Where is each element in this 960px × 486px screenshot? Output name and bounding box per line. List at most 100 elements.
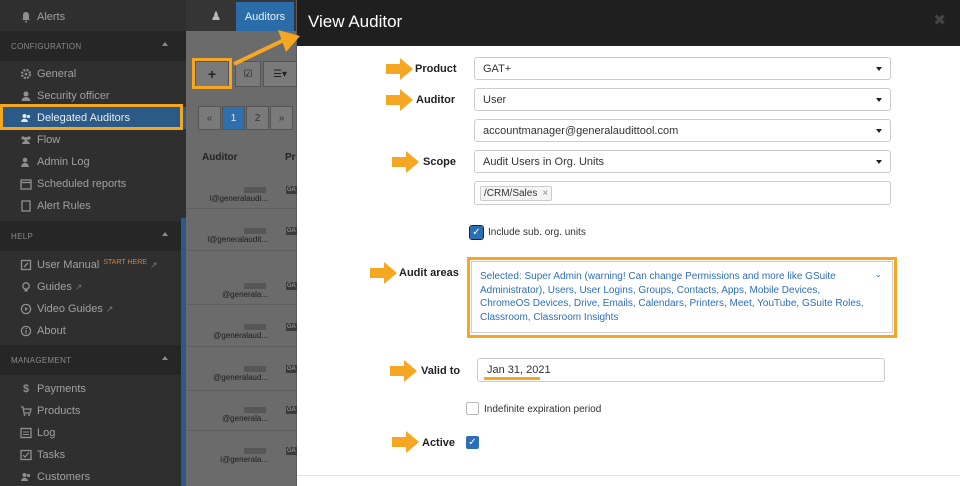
user-plus-icon: ♟ [210, 9, 222, 23]
pagination-next[interactable]: » [270, 106, 293, 130]
cart-icon [20, 405, 32, 417]
caret-up-icon [162, 356, 168, 360]
column-header-auditor[interactable]: Auditor [202, 152, 238, 163]
sidebar-item-customers[interactable]: Customers [0, 466, 186, 486]
auditor-type-value: User [483, 93, 507, 106]
page-label: 2 [254, 112, 261, 124]
close-icon[interactable]: ✖ [933, 11, 946, 29]
table-row[interactable]: i@generala... [202, 446, 282, 464]
tag-label: /CRM/Sales [484, 188, 538, 199]
section-title: MANAGEMENT [11, 355, 72, 365]
group-icon [20, 134, 32, 146]
sidebar-item-user-manual[interactable]: User Manual START HERE ↗ [0, 254, 186, 276]
redacted [244, 447, 266, 454]
column-header-product[interactable]: Pr [285, 152, 296, 163]
sidebar-item-label: Admin Log [37, 156, 90, 168]
table-row[interactable]: l@generalaudit... [202, 226, 282, 244]
sidebar-item-label: Video Guides [37, 303, 103, 315]
redacted [244, 365, 266, 372]
sidebar-item-alerts[interactable]: Alerts [0, 6, 186, 28]
pagination-prev[interactable]: « [198, 106, 221, 130]
sidebar-item-label: Alert Rules [37, 200, 91, 212]
user-tab[interactable]: ♟ [200, 3, 232, 29]
sidebar-item-label: Flow [37, 134, 61, 146]
sidebar-item-label: Customers [37, 471, 91, 483]
indefinite-expiration-checkbox[interactable] [466, 402, 479, 415]
highlight-add-button [192, 58, 232, 89]
list-icon: ☰▾ [273, 68, 287, 80]
external-link-icon: ↗ [74, 281, 83, 292]
lightbulb-icon [20, 281, 32, 293]
arrow-icon [233, 30, 300, 66]
product-value: GAT+ [483, 62, 512, 75]
user-log-icon [20, 156, 32, 168]
section-configuration[interactable]: CONFIGURATION [0, 31, 186, 61]
arrow-icon [386, 89, 413, 111]
row-email: i@generala... [220, 455, 268, 464]
redacted [244, 186, 266, 193]
row-email: @generala... [222, 290, 268, 299]
sidebar-item-label: Scheduled reports [37, 178, 127, 190]
arrow-icon [386, 58, 413, 80]
org-units-input[interactable]: /CRM/Sales × [474, 181, 891, 205]
date-underline-highlight [484, 377, 540, 380]
auditor-type-select[interactable]: User [474, 88, 891, 111]
audit-areas-label: Audit areas [399, 267, 459, 279]
org-unit-tag[interactable]: /CRM/Sales × [480, 186, 553, 201]
highlight-audit-areas [467, 257, 897, 338]
section-management[interactable]: MANAGEMENT [0, 345, 186, 375]
sidebar-item-payments[interactable]: $ Payments [0, 378, 186, 400]
valid-to-label: Valid to [421, 365, 461, 377]
calendar-icon [20, 178, 32, 190]
sidebar-item-about[interactable]: About [0, 320, 186, 342]
sidebar-item-label: Payments [37, 383, 86, 395]
user-secret-icon [20, 90, 32, 102]
page-label: 1 [230, 112, 237, 124]
list-icon [20, 427, 32, 439]
sidebar-item-scheduled-reports[interactable]: Scheduled reports [0, 173, 186, 195]
active-checkbox[interactable]: ✓ [466, 436, 479, 449]
sidebar-item-guides[interactable]: Guides ↗ [0, 276, 186, 298]
sidebar-item-label: Tasks [37, 449, 66, 461]
arrow-icon [390, 360, 417, 382]
row-divider [186, 390, 296, 391]
include-sub-org-checkbox[interactable]: ✓ [469, 225, 484, 240]
external-link-icon: ↗ [105, 303, 114, 314]
table-row[interactable]: l@generalaudi... [202, 185, 282, 203]
sidebar-item-video-guides[interactable]: Video Guides ↗ [0, 298, 186, 320]
file-icon [20, 200, 32, 212]
sidebar-item-general[interactable]: General [0, 63, 186, 85]
scope-select[interactable]: Audit Users in Org. Units [474, 150, 891, 173]
include-sub-org-label: Include sub. org. units [488, 227, 586, 238]
table-row[interactable]: @generala... [202, 405, 282, 423]
sidebar-item-flow[interactable]: Flow [0, 129, 186, 151]
sidebar-item-admin-log[interactable]: Admin Log [0, 151, 186, 173]
caret-down-icon [876, 129, 882, 133]
redacted [244, 323, 266, 330]
row-email: @generalaud... [213, 331, 268, 340]
pagination-page-1[interactable]: 1 [222, 106, 245, 130]
sidebar-item-products[interactable]: Products [0, 400, 186, 422]
tab-auditors[interactable]: Auditors [236, 2, 294, 31]
external-link-icon: ↗ [149, 259, 158, 270]
table-row[interactable]: @generalaud... [202, 364, 282, 382]
sidebar-item-log[interactable]: Log [0, 422, 186, 444]
check-square-icon: ☑ [243, 68, 253, 80]
row-email: l@generalaudi... [209, 194, 268, 203]
remove-tag-icon[interactable]: × [542, 188, 548, 199]
row-email: @generala... [222, 414, 268, 423]
modal-footer-divider [297, 475, 960, 476]
row-divider [186, 250, 296, 251]
valid-to-value: Jan 31, 2021 [487, 364, 551, 376]
scope-label: Scope [423, 156, 457, 168]
product-select[interactable]: GAT+ [474, 57, 891, 80]
arrow-icon [370, 262, 397, 284]
table-row[interactable]: @generalaud... [202, 322, 282, 340]
pagination-page-2[interactable]: 2 [246, 106, 269, 130]
sidebar-item-alert-rules[interactable]: Alert Rules [0, 195, 186, 217]
table-row[interactable]: @generala... [202, 281, 282, 299]
page-label: « [206, 112, 213, 124]
section-help[interactable]: HELP [0, 221, 186, 251]
sidebar-item-tasks[interactable]: Tasks [0, 444, 186, 466]
auditor-email-select[interactable]: accountmanager@generalaudittool.com [474, 119, 891, 142]
